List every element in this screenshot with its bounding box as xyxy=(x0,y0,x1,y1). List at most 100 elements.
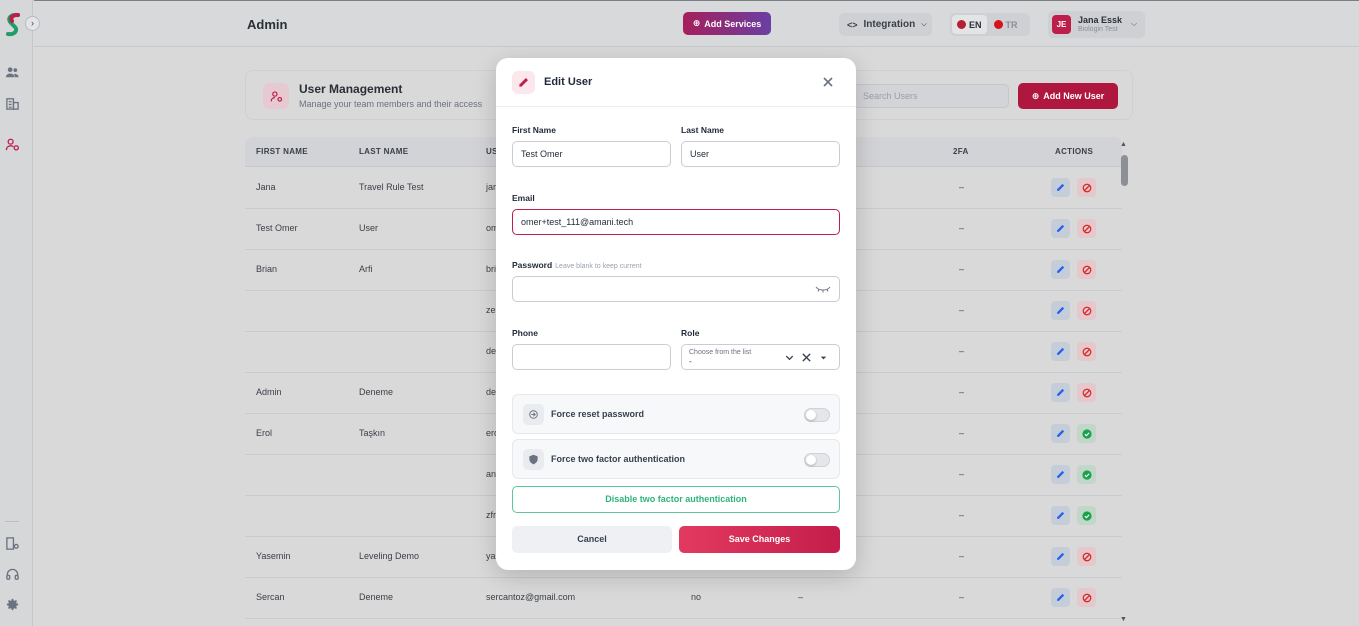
table-scrollbar[interactable] xyxy=(1121,155,1128,186)
modal-header: Edit User xyxy=(496,58,856,107)
eye-off-icon[interactable] xyxy=(815,284,831,294)
table-cell-email: sercantoz@gmail.com xyxy=(486,592,576,602)
table-cell-tfa: – xyxy=(959,551,965,561)
user-menu[interactable]: JE Jana Essk Biologin Test ⌵ xyxy=(1048,11,1145,38)
edit-user-button[interactable] xyxy=(1051,178,1070,197)
company-icon[interactable] xyxy=(5,96,20,111)
page-title: Admin xyxy=(247,17,288,32)
lang-en-option[interactable]: EN xyxy=(952,15,987,34)
clear-icon[interactable] xyxy=(801,352,812,363)
table-cell-tfa: – xyxy=(959,387,965,397)
table-cell-first: Sercan xyxy=(256,592,285,602)
admin-settings-icon[interactable] xyxy=(5,536,20,551)
edit-user-button[interactable] xyxy=(1051,547,1070,566)
add-services-button[interactable]: ⊕ Add Services xyxy=(683,12,771,35)
search-input[interactable]: Search Users xyxy=(853,84,1009,108)
reset-icon xyxy=(523,404,544,425)
table-cell-tfa: – xyxy=(959,592,965,602)
edit-user-button[interactable] xyxy=(1051,342,1070,361)
scroll-up-icon[interactable]: ▲ xyxy=(1120,141,1127,148)
modal-title: Edit User xyxy=(544,76,593,88)
chevron-down-icon: ⌵ xyxy=(921,20,927,28)
role-select[interactable]: Choose from the list - xyxy=(681,344,840,370)
table-cell-first: Admin xyxy=(256,387,282,397)
table-cell-email: ya xyxy=(486,551,496,561)
column-header[interactable]: 2FA xyxy=(953,147,969,156)
edit-user-button[interactable] xyxy=(1051,301,1070,320)
phone-field[interactable] xyxy=(512,344,671,370)
save-button[interactable]: Save Changes xyxy=(679,526,840,553)
table-cell-last: Taşkın xyxy=(359,428,386,438)
block-user-button[interactable] xyxy=(1077,219,1096,238)
table-cell-first: Test Omer xyxy=(256,223,298,233)
table-cell-last: User xyxy=(359,223,379,233)
lang-tr-label: TR xyxy=(1005,19,1018,30)
last-name-field[interactable]: User xyxy=(681,141,840,167)
support-icon[interactable] xyxy=(5,567,20,582)
table-cell-last: Deneme xyxy=(359,387,394,397)
table-cell-tfa: – xyxy=(959,223,965,233)
section-subtitle: Manage your team members and their acces… xyxy=(299,99,483,109)
disable-2fa-button[interactable]: Disable two factor authentication xyxy=(512,486,840,513)
gear-icon[interactable] xyxy=(5,597,20,612)
block-user-button[interactable] xyxy=(1077,342,1096,361)
language-switch: EN TR xyxy=(950,13,1030,36)
table-cell-tfa: – xyxy=(959,469,965,479)
first-name-label: First Name xyxy=(512,125,556,135)
chevron-down-icon[interactable] xyxy=(784,352,795,363)
role-value: - xyxy=(689,357,692,366)
caret-down-icon[interactable] xyxy=(818,352,829,363)
edit-user-button[interactable] xyxy=(1051,383,1070,402)
force-2fa-toggle[interactable] xyxy=(804,453,830,467)
table-cell-email: an xyxy=(486,469,497,479)
table-cell-email: jar xyxy=(486,182,497,192)
table-row: Sercan Deneme sercantoz@gmail.com no – – xyxy=(245,578,1122,619)
user-management-icon[interactable] xyxy=(5,137,20,152)
add-new-user-button[interactable]: ⊕ Add New User xyxy=(1018,83,1118,109)
edit-user-button[interactable] xyxy=(1051,506,1070,525)
add-user-icon: ⊕ xyxy=(1031,90,1040,101)
column-header[interactable]: FIRST NAME xyxy=(256,147,308,156)
activate-user-button[interactable] xyxy=(1077,465,1096,484)
block-user-button[interactable] xyxy=(1077,588,1096,607)
block-user-button[interactable] xyxy=(1077,260,1096,279)
block-user-button[interactable] xyxy=(1077,301,1096,320)
scroll-down-icon[interactable]: ▼ xyxy=(1120,616,1127,623)
edit-user-button[interactable] xyxy=(1051,424,1070,443)
close-icon[interactable] xyxy=(821,75,835,89)
edit-user-button[interactable] xyxy=(1051,588,1070,607)
force-reset-password-toggle[interactable] xyxy=(804,408,830,422)
integration-dropdown[interactable]: <> Integration ⌵ xyxy=(839,13,932,36)
block-user-button[interactable] xyxy=(1077,383,1096,402)
block-user-button[interactable] xyxy=(1077,178,1096,197)
activate-user-button[interactable] xyxy=(1077,506,1096,525)
edit-user-button[interactable] xyxy=(1051,219,1070,238)
sidebar-divider xyxy=(5,521,19,522)
table-cell-first: Erol xyxy=(256,428,273,438)
toggle-knob xyxy=(806,410,816,420)
table-cell-last: Arfi xyxy=(359,264,373,274)
column-header[interactable]: LAST NAME xyxy=(359,147,408,156)
email-field[interactable]: omer+test_111@amani.tech xyxy=(512,209,840,235)
table-cell-mid: no xyxy=(691,592,702,602)
block-user-button[interactable] xyxy=(1077,547,1096,566)
force-2fa-row: Force two factor authentication xyxy=(512,439,840,479)
edit-user-button[interactable] xyxy=(1051,260,1070,279)
sidebar-collapse-button[interactable]: › xyxy=(25,16,40,31)
lang-tr-option[interactable]: TR xyxy=(989,15,1023,34)
cancel-button[interactable]: Cancel xyxy=(512,526,672,553)
force-reset-password-label: Force reset password xyxy=(551,409,645,419)
table-cell-role: – xyxy=(798,592,804,602)
edit-user-button[interactable] xyxy=(1051,465,1070,484)
column-header: ACTIONS xyxy=(1055,147,1094,156)
table-cell-last: Leveling Demo xyxy=(359,551,420,561)
lang-en-label: EN xyxy=(969,19,982,30)
users-icon[interactable] xyxy=(5,65,20,80)
first-name-field[interactable]: Test Omer xyxy=(512,141,671,167)
password-field[interactable] xyxy=(512,276,840,302)
force-2fa-label: Force two factor authentication xyxy=(551,454,686,464)
activate-user-button[interactable] xyxy=(1077,424,1096,443)
app-logo xyxy=(6,12,20,37)
table-cell-email: bri xyxy=(486,264,497,274)
user-management-icon xyxy=(263,83,289,109)
